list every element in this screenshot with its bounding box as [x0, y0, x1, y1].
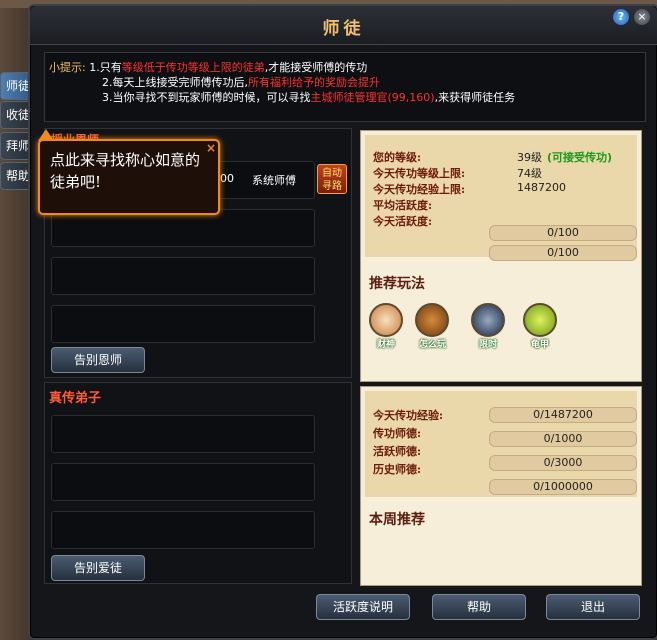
tips-box: 小提示: 1.只有等级低于传功等级上限的徒弟,才能接受师傅的传功 2.每天上线接… [44, 52, 646, 122]
tip-2-prefix: 2.每天上线接受完师傅传功后, [102, 76, 248, 89]
help-button[interactable]: 帮助 [432, 594, 526, 620]
cap-level-value: 74级 [517, 167, 542, 180]
stats-box: 您的等级: 39级 (可接受传功) 今天传功等级上限: 74级 今天传功经验上限… [365, 135, 637, 261]
tip-1-highlight: 等级低于传功等级上限的徒弟 [121, 61, 265, 74]
window-title: 师徒 [322, 19, 365, 39]
apprentice-header: 真传弟子 [49, 391, 102, 406]
fortune-god-label: 财神 [377, 340, 396, 350]
weekly-recommend-title: 本周推荐 [369, 512, 425, 528]
farewell-master-button[interactable]: 告别恩师 [51, 347, 145, 373]
help-icon[interactable]: ? [613, 9, 629, 25]
today-exp-label: 今天传功经验: [373, 409, 444, 422]
tip-1-suffix: ,才能接受师傅的传功 [264, 61, 368, 74]
close-icon[interactable]: × [634, 9, 650, 25]
farewell-apprentice-button[interactable]: 告别爱徒 [51, 555, 145, 581]
active-virtue-label: 活跃师德: [373, 445, 422, 458]
master-slot[interactable] [51, 305, 315, 343]
master-apprentice-window: 师徒 ? × 小提示: 1.只有等级低于传功等级上限的徒弟,才能接受师傅的传功 … [28, 4, 657, 640]
tip-1-prefix: 1.只有 [89, 61, 122, 74]
time-limited-label: 限时 [479, 340, 498, 350]
history-virtue-label: 历史师德: [373, 463, 422, 476]
tips-label: 小提示: [49, 61, 86, 74]
virtue-box: 今天传功经验: 0/1487200 传功师德: 0/1000 活跃师德: 0/3… [365, 391, 637, 497]
avg-active-bar: 0/100 [489, 225, 637, 241]
system-master-label: 系统师傅 [252, 174, 296, 187]
auto-path-button[interactable]: 自动寻路 [317, 164, 347, 194]
active-virtue-bar: 0/3000 [489, 455, 637, 471]
time-limited-icon[interactable] [471, 303, 505, 337]
level-label: 您的等级: [373, 151, 422, 164]
today-active-label: 今天活跃度: [373, 215, 433, 228]
popup-text: 点此来寻找称心如意的徒弟吧! [50, 151, 201, 191]
apprentice-slot[interactable] [51, 463, 315, 501]
tip-3-highlight[interactable]: 主城师徒管理官(99,160) [311, 91, 435, 104]
apprentice-panel: 真传弟子 告别爱徒 [44, 382, 352, 584]
level-value: 39级 [517, 151, 542, 164]
guide-popup: 点此来寻找称心如意的徒弟吧! × [38, 129, 220, 215]
recommend-title: 推荐玩法 [369, 276, 425, 292]
title-bar: 师徒 ? × [30, 6, 657, 45]
master-slot[interactable] [51, 257, 315, 295]
turtle-shell-icon[interactable] [523, 303, 557, 337]
how-to-play-label: 怎么玩 [419, 340, 447, 350]
popup-arrow [38, 129, 54, 141]
apprentice-slot[interactable] [51, 511, 315, 549]
activity-explain-button[interactable]: 活跃度说明 [316, 594, 410, 620]
stats-panel: 您的等级: 39级 (可接受传功) 今天传功等级上限: 74级 今天传功经验上限… [360, 130, 642, 382]
tip-2-highlight: 所有福利给予的奖励会提升 [248, 76, 380, 89]
how-to-play-icon[interactable] [415, 303, 449, 337]
today-active-bar: 0/100 [489, 245, 637, 261]
cap-exp-label: 今天传功经验上限: [373, 183, 466, 196]
tip-3-suffix: ,来获得师徒任务 [434, 91, 516, 104]
cap-exp-value: 1487200 [517, 181, 566, 194]
master-value: 00 [220, 172, 234, 185]
avg-active-label: 平均活跃度: [373, 199, 433, 212]
transfer-virtue-label: 传功师德: [373, 427, 422, 440]
today-exp-bar: 0/1487200 [489, 407, 637, 423]
exit-button[interactable]: 退出 [546, 594, 640, 620]
turtle-shell-label: 龟甲 [531, 340, 550, 350]
history-virtue-bar: 0/1000000 [489, 479, 637, 495]
apprentice-slot[interactable] [51, 415, 315, 453]
level-note: (可接受传功) [547, 151, 613, 164]
popup-close-icon[interactable]: × [206, 141, 216, 155]
tip-3-prefix: 3.当你寻找不到玩家师傅的时候，可以寻找 [102, 91, 311, 104]
teacher-virtue-panel: 今天传功经验: 0/1487200 传功师德: 0/1000 活跃师德: 0/3… [360, 386, 642, 586]
cap-level-label: 今天传功等级上限: [373, 167, 466, 180]
transfer-virtue-bar: 0/1000 [489, 431, 637, 447]
fortune-god-icon[interactable] [369, 303, 403, 337]
